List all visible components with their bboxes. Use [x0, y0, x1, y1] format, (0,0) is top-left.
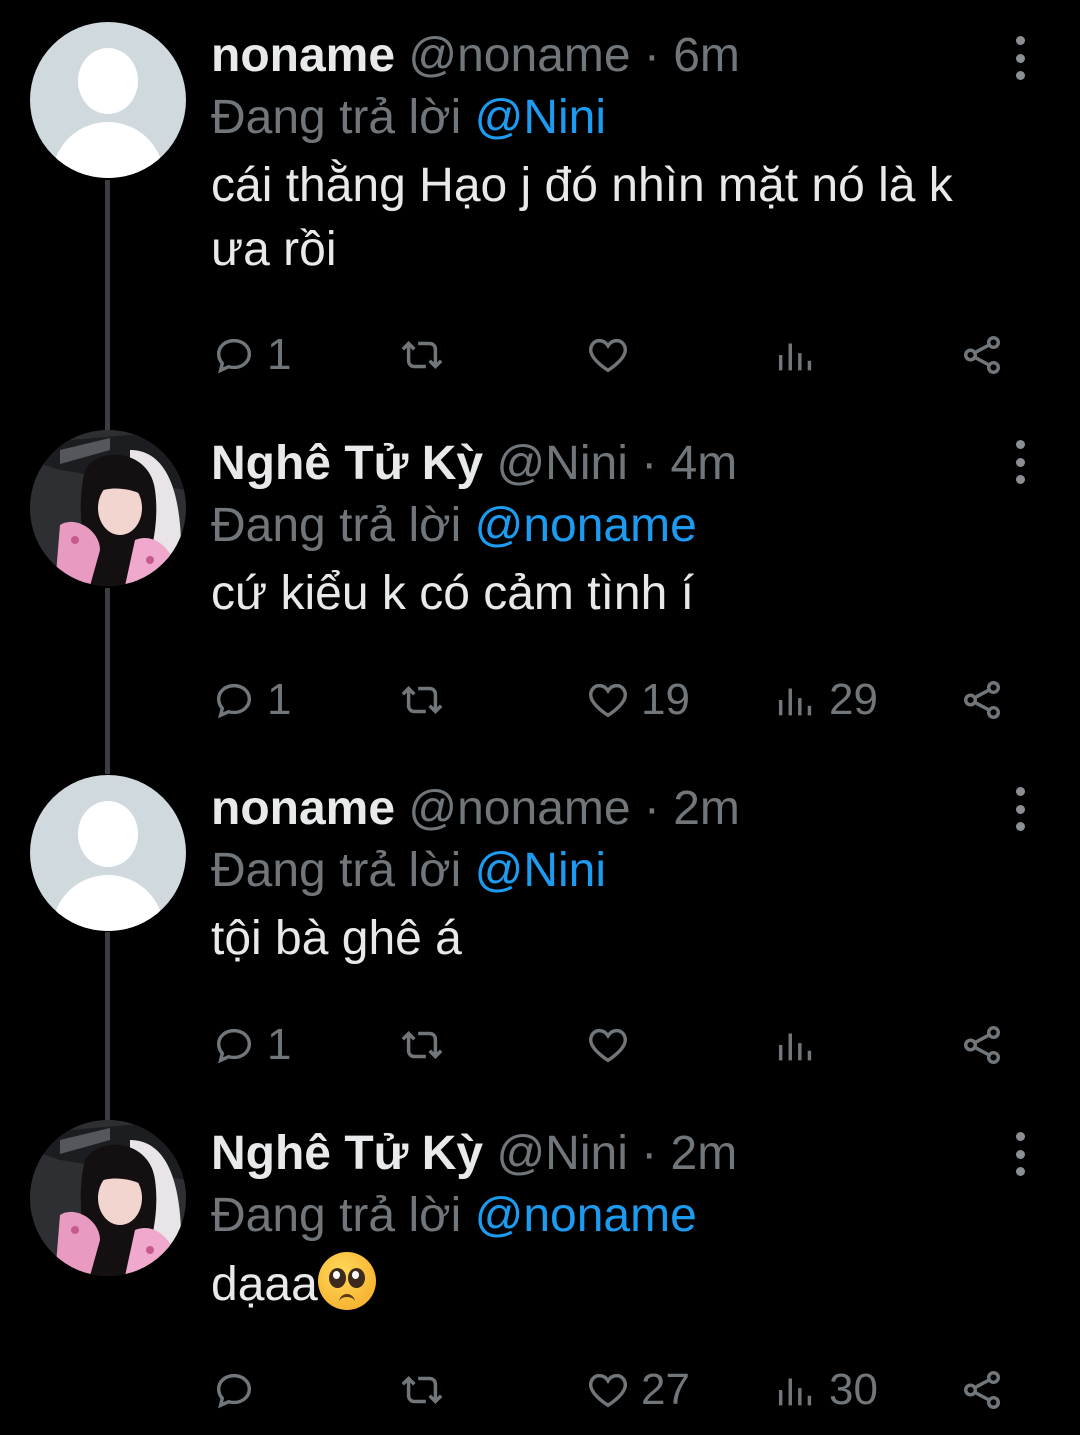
reply-count: 1 — [267, 330, 292, 379]
bar-chart-icon — [778, 688, 812, 716]
views-count: 30 — [829, 1365, 878, 1414]
timestamp[interactable]: 2m — [673, 782, 740, 835]
replying-to: Đang trả lời @Nini — [211, 86, 1020, 150]
profile-photo — [30, 1120, 186, 1276]
retweet-button[interactable] — [399, 670, 455, 730]
reply-mention[interactable]: @noname — [475, 499, 697, 552]
user-handle[interactable]: @Nini — [496, 437, 627, 490]
heart-icon — [589, 1028, 627, 1063]
heart-icon — [589, 338, 627, 373]
thread-connector — [105, 588, 110, 774]
thread-connector — [105, 180, 110, 430]
replying-to: Đang trả lời @noname — [211, 494, 1020, 558]
avatar[interactable] — [30, 1120, 186, 1276]
speech-bubble-icon — [216, 683, 252, 719]
retweet-button[interactable] — [399, 1360, 455, 1420]
views-button[interactable]: 29 — [773, 670, 878, 730]
speech-bubble-icon — [216, 338, 252, 374]
more-options-icon[interactable] — [1010, 36, 1030, 80]
user-handle[interactable]: @noname — [408, 782, 630, 835]
replying-to-label: Đang trả lời — [211, 844, 462, 897]
like-count: 27 — [641, 1365, 690, 1414]
avatar[interactable] — [30, 430, 186, 586]
bar-chart-icon — [778, 343, 812, 371]
replying-to-label: Đang trả lời — [211, 91, 462, 144]
thread-connector — [105, 932, 110, 1120]
views-button[interactable]: 30 — [773, 1360, 878, 1420]
reply-count: 1 — [267, 1020, 292, 1069]
reply-button[interactable]: 1 — [211, 1015, 291, 1075]
retweet-button[interactable] — [399, 1015, 455, 1075]
replying-to: Đang trả lời @noname — [211, 1184, 1020, 1248]
timestamp[interactable]: 6m — [673, 29, 740, 82]
views-button[interactable] — [773, 1015, 829, 1075]
retweet-button[interactable] — [399, 325, 455, 385]
tweet-text: cứ kiểu k có cảm tình í — [211, 567, 694, 620]
like-count: 19 — [641, 675, 690, 724]
more-options-icon[interactable] — [1010, 1132, 1030, 1176]
bar-chart-icon — [778, 1033, 812, 1061]
heart-icon — [589, 1373, 627, 1408]
share-icon — [963, 681, 1001, 719]
user-handle[interactable]: @noname — [408, 29, 630, 82]
user-handle[interactable]: @Nini — [496, 1127, 627, 1180]
timestamp[interactable]: 4m — [671, 437, 738, 490]
reply-mention[interactable]: @Nini — [475, 91, 606, 144]
display-name[interactable]: Nghê Tử Kỳ — [211, 437, 483, 490]
share-icon — [963, 1371, 1001, 1409]
tweet-text: tội bà ghê á — [211, 912, 462, 965]
retweet-arrows-icon — [401, 341, 443, 369]
reply-count: 1 — [267, 675, 292, 724]
tweet-text: cái thằng Hạo j đó nhìn mặt nó là k ưa r… — [211, 159, 953, 276]
tweet-text: dạaa — [211, 1258, 318, 1311]
like-button[interactable]: 19 — [585, 670, 690, 730]
reply-button[interactable]: 1 — [211, 670, 291, 730]
separator-dot: · — [641, 437, 658, 490]
share-button[interactable] — [959, 670, 1005, 730]
views-count: 29 — [829, 675, 878, 724]
share-button[interactable] — [959, 1360, 1005, 1420]
like-button[interactable] — [585, 1015, 641, 1075]
pleading-face-emoji — [317, 1252, 376, 1310]
reply-button[interactable] — [211, 1360, 267, 1420]
profile-photo — [30, 430, 186, 586]
retweet-arrows-icon — [401, 686, 443, 714]
share-button[interactable] — [959, 1015, 1005, 1075]
share-button[interactable] — [959, 325, 1005, 385]
more-options-icon[interactable] — [1010, 787, 1030, 831]
share-icon — [963, 1026, 1001, 1064]
like-button[interactable] — [585, 325, 641, 385]
reply-mention[interactable]: @noname — [475, 1189, 697, 1242]
replying-to-label: Đang trả lời — [211, 499, 462, 552]
display-name[interactable]: noname — [211, 782, 395, 835]
views-button[interactable] — [773, 325, 829, 385]
more-options-icon[interactable] — [1010, 440, 1030, 484]
replying-to-label: Đang trả lời — [211, 1189, 462, 1242]
tweet-actions: 1 — [211, 1015, 1011, 1075]
retweet-arrows-icon — [401, 1031, 443, 1059]
speech-bubble-icon — [216, 1028, 252, 1064]
tweet-text-row: dạaa — [211, 1252, 1020, 1317]
replying-to: Đang trả lời @Nini — [211, 839, 1020, 903]
separator-dot: · — [641, 1127, 658, 1180]
heart-icon — [589, 683, 627, 718]
separator-dot: · — [643, 29, 660, 82]
tweet-thread: noname @noname · 6m Đang trả lời @Nini c… — [0, 0, 1080, 1435]
separator-dot: · — [643, 782, 660, 835]
like-button[interactable]: 27 — [585, 1360, 690, 1420]
retweet-arrows-icon — [401, 1376, 443, 1404]
tweet-actions: 27 30 — [211, 1360, 1011, 1420]
avatar[interactable] — [30, 22, 186, 178]
display-name[interactable]: Nghê Tử Kỳ — [211, 1127, 483, 1180]
reply-button[interactable]: 1 — [211, 325, 291, 385]
display-name[interactable]: noname — [211, 29, 395, 82]
reply-mention[interactable]: @Nini — [475, 844, 606, 897]
tweet-actions: 1 — [211, 325, 1011, 385]
timestamp[interactable]: 2m — [671, 1127, 738, 1180]
tweet-actions: 1 19 29 — [211, 670, 1011, 730]
speech-bubble-icon — [216, 1373, 252, 1409]
bar-chart-icon — [778, 1378, 812, 1406]
avatar[interactable] — [30, 775, 186, 931]
share-icon — [963, 336, 1001, 374]
